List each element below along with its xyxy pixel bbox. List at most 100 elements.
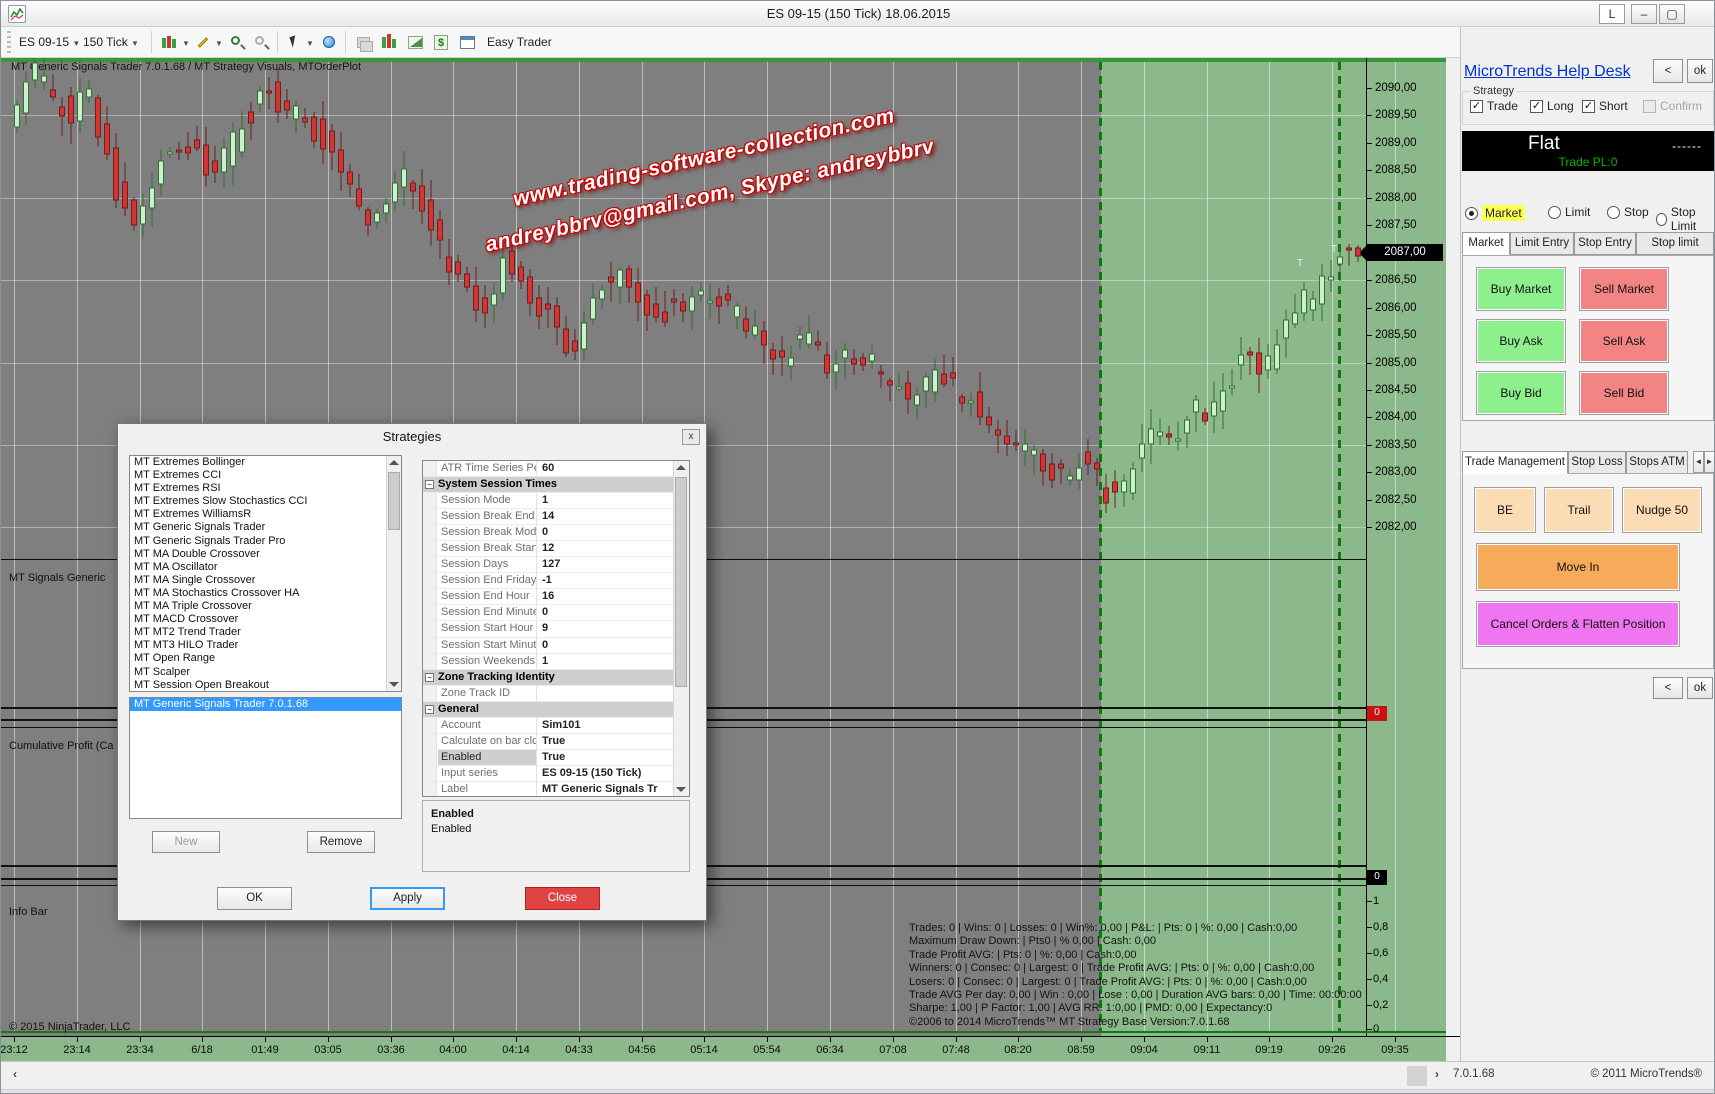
chart-style-icon[interactable]	[159, 32, 179, 52]
sell-button[interactable]: Sell Market	[1579, 267, 1669, 311]
list-item[interactable]: MT MT2 Trend Trader	[130, 626, 401, 639]
configured-strategies-list[interactable]: MT Generic Signals Trader 7.0.1.68	[129, 697, 402, 819]
list-item[interactable]: MT Generic Signals Trader	[130, 521, 401, 534]
cancel-flatten-button[interactable]: Cancel Orders & Flatten Position	[1476, 601, 1680, 647]
tab-trade-management[interactable]: Trade Management	[1462, 451, 1568, 474]
drawing-tool-icon[interactable]	[193, 32, 213, 52]
snapshot-icon[interactable]	[353, 32, 373, 52]
available-strategies-list[interactable]: MT Extremes BollingerMT Extremes CCIMT E…	[129, 455, 402, 692]
tab-stop-loss[interactable]: Stop Loss	[1568, 451, 1626, 474]
zoom-out-icon[interactable]	[251, 32, 271, 52]
pointer-dropdown[interactable]: ▼	[306, 39, 314, 48]
tab-stops-atm[interactable]: Stops ATM	[1626, 451, 1688, 474]
buy-button[interactable]: Buy Ask	[1476, 319, 1566, 363]
toolbar-grip[interactable]	[7, 31, 11, 53]
move-in-button[interactable]: Move In	[1476, 543, 1680, 591]
list-item[interactable]: MT MT3 HILO Trader	[130, 639, 401, 652]
property-row[interactable]: Session Break End14	[423, 509, 689, 525]
list-item[interactable]: MT Session Open Breakout	[130, 679, 401, 692]
property-category[interactable]: −System Session Times	[423, 477, 689, 493]
scroll-right-arrow[interactable]: ›	[1435, 1067, 1439, 1081]
drawing-tool-dropdown[interactable]: ▼	[215, 39, 223, 48]
collapse-icon[interactable]: −	[425, 480, 434, 489]
tab-scroll-right[interactable]: ►	[1704, 451, 1715, 473]
dialog-close-button[interactable]: Close	[525, 887, 600, 910]
tab-stop-limit-entry[interactable]: Stop limit Entry	[1636, 232, 1714, 255]
property-row[interactable]: Session Break Mode0	[423, 525, 689, 541]
l-button[interactable]: L	[1599, 4, 1625, 24]
property-row[interactable]: EnabledTrue	[423, 750, 689, 766]
property-row[interactable]: Session Start Hour9	[423, 621, 689, 637]
ok-button[interactable]: OK	[217, 887, 292, 910]
radio-circle[interactable]	[1548, 206, 1561, 219]
buy-button[interactable]: Buy Market	[1476, 267, 1566, 311]
radio-circle[interactable]	[1656, 213, 1667, 226]
mgmt-button-trail[interactable]: Trail	[1544, 487, 1614, 533]
new-button[interactable]: New	[152, 831, 220, 853]
property-row[interactable]: Input seriesES 09-15 (150 Tick)	[423, 766, 689, 782]
checkbox-long[interactable]: ✓Long	[1530, 99, 1574, 113]
sell-button[interactable]: Sell Ask	[1579, 319, 1669, 363]
list-item[interactable]: MT MA Stochastics Crossover HA	[130, 587, 401, 600]
panel-ok-button[interactable]: ok	[1687, 59, 1713, 83]
property-category[interactable]: −Zone Tracking Identity	[423, 670, 689, 686]
period-selector[interactable]: 150 Tick ▼	[83, 35, 139, 49]
order-type-market[interactable]: Market	[1465, 205, 1525, 221]
panel-back-button-2[interactable]: <	[1653, 677, 1683, 699]
maximize-button[interactable]: ▢	[1659, 4, 1685, 24]
instrument-selector[interactable]: ES 09-15 ▼	[19, 35, 80, 49]
list-item[interactable]: MT Extremes CCI	[130, 469, 401, 482]
list-item[interactable]: MT Open Range	[130, 652, 401, 665]
property-row[interactable]: Session End Hour16	[423, 589, 689, 605]
property-row[interactable]: LabelMT Generic Signals Tr	[423, 782, 689, 797]
checkbox-box[interactable]: ✓	[1582, 100, 1595, 113]
property-row[interactable]: Session Days127	[423, 557, 689, 573]
buy-button[interactable]: Buy Bid	[1476, 371, 1566, 415]
grid-properties-icon[interactable]	[457, 32, 477, 52]
list-item[interactable]: MT Generic Signals Trader Pro	[130, 535, 401, 548]
chart-style-dropdown[interactable]: ▼	[182, 39, 190, 48]
minimize-button[interactable]: –	[1631, 4, 1657, 24]
property-row[interactable]: Calculate on bar closeTrue	[423, 734, 689, 750]
property-grid[interactable]: ATR Time Series Period60−System Session …	[422, 460, 690, 797]
tab-scroll-left[interactable]: ◄	[1693, 451, 1704, 473]
tab-market[interactable]: Market	[1462, 232, 1510, 255]
list-item[interactable]: MT Extremes RSI	[130, 482, 401, 495]
list-item[interactable]: MT MA Triple Crossover	[130, 600, 401, 613]
property-row[interactable]: AccountSim101	[423, 718, 689, 734]
checkbox-confirm[interactable]: Confirm	[1643, 99, 1702, 113]
sell-button[interactable]: Sell Bid	[1579, 371, 1669, 415]
help-desk-link[interactable]: MicroTrends Help Desk	[1464, 63, 1631, 81]
collapse-icon[interactable]: −	[425, 705, 434, 714]
grid-scrollbar[interactable]	[673, 461, 689, 796]
panel-ok-button-2[interactable]: ok	[1687, 677, 1713, 699]
list-item[interactable]: MT Extremes Slow Stochastics CCI	[130, 495, 401, 508]
checkbox-box[interactable]: ✓	[1470, 100, 1483, 113]
property-row[interactable]: Session Start Minute0	[423, 638, 689, 654]
property-row[interactable]: Session End Friday-1	[423, 573, 689, 589]
property-row[interactable]: ATR Time Series Period60	[423, 461, 689, 477]
global-crosshair-icon[interactable]	[319, 32, 339, 52]
dialog-close-icon[interactable]: x	[682, 429, 700, 445]
property-category[interactable]: −General	[423, 702, 689, 718]
checkbox-box[interactable]: ✓	[1530, 100, 1543, 113]
apply-button[interactable]: Apply	[370, 887, 445, 910]
list-item[interactable]: MT Extremes Bollinger	[130, 456, 401, 469]
property-row[interactable]: Session Break Start12	[423, 541, 689, 557]
remove-button[interactable]: Remove	[307, 831, 375, 853]
list-item[interactable]: MT MA Oscillator	[130, 561, 401, 574]
property-row[interactable]: Session Weekends1	[423, 654, 689, 670]
panel-back-button[interactable]: <	[1653, 59, 1683, 83]
zoom-in-icon[interactable]	[227, 32, 247, 52]
list-scrollbar[interactable]	[386, 456, 401, 691]
list-item[interactable]: MT Scalper	[130, 666, 401, 679]
indicators-icon[interactable]	[405, 32, 425, 52]
order-type-stop[interactable]: Stop	[1607, 205, 1649, 219]
property-row[interactable]: Session End Minute0	[423, 605, 689, 621]
configured-strategy-item[interactable]: MT Generic Signals Trader 7.0.1.68	[130, 698, 401, 711]
tab-limit-entry[interactable]: Limit Entry	[1510, 232, 1574, 255]
checkbox-trade[interactable]: ✓Trade	[1470, 99, 1518, 113]
list-item[interactable]: MT MACD Crossover	[130, 613, 401, 626]
property-row[interactable]: Session Mode1	[423, 493, 689, 509]
collapse-icon[interactable]: −	[425, 673, 434, 682]
